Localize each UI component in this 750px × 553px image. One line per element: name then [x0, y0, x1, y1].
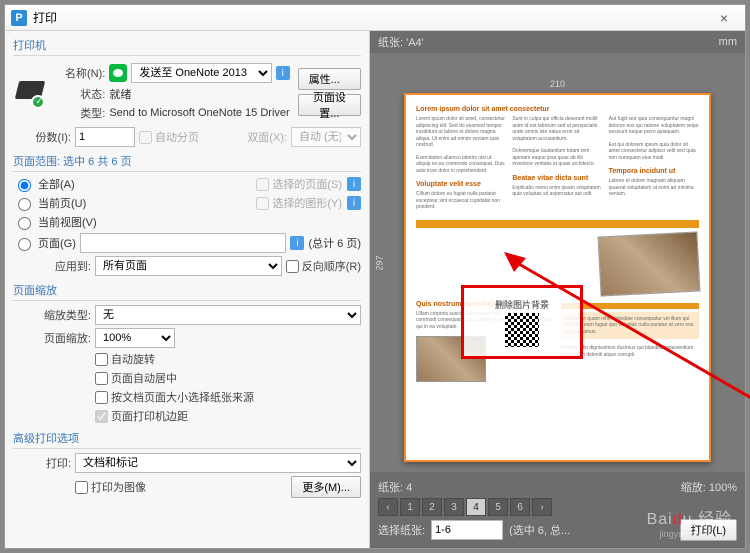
print-dialog: P 打印 × 打印机 名称(N): 发送至 OneNote 2013 i — [4, 4, 746, 549]
info-icon[interactable]: i — [276, 66, 290, 80]
margins-check — [95, 410, 108, 423]
dialog-title: 打印 — [33, 9, 57, 26]
range-pages-radio[interactable] — [18, 238, 31, 251]
page-prev-button[interactable]: ‹ — [378, 498, 398, 516]
adv-section-header: 高级打印选项 — [13, 430, 361, 449]
titlebar: P 打印 × — [5, 5, 745, 31]
zoom-type-label: 缩放类型: — [13, 307, 91, 323]
zoom-scale-select[interactable]: 100% — [95, 328, 175, 348]
auto-center-check[interactable] — [95, 372, 108, 385]
preview-area: 210 297 Lorem ipsum dolor sit amet conse… — [370, 53, 745, 472]
page-4-button[interactable]: 4 — [466, 498, 486, 516]
sel-graphics-check — [256, 197, 269, 210]
unit-label: mm — [719, 36, 737, 48]
ruler-left: 297 — [375, 255, 385, 270]
close-icon[interactable]: × — [709, 10, 739, 26]
qr-highlight-box: 删除图片背景 — [461, 285, 583, 359]
duplex-label: 双面(X): — [247, 129, 287, 145]
qr-code-icon — [505, 313, 539, 347]
print-button[interactable]: 打印(L) — [680, 519, 737, 541]
copies-input[interactable] — [75, 127, 135, 147]
select-paper-label: 选择纸张: — [378, 522, 425, 538]
preview-zoom-label: 缩放: 100% — [681, 479, 737, 495]
info-icon[interactable]: i — [347, 196, 361, 210]
page-3-button[interactable]: 3 — [444, 498, 464, 516]
qr-title: 删除图片背景 — [495, 298, 549, 311]
copies-label: 份数(I): — [13, 129, 71, 145]
as-image-check[interactable] — [75, 481, 88, 494]
properties-button[interactable]: 属性... — [298, 68, 361, 90]
range-section-header: 页面范围: 选中 6 共 6 页 — [13, 153, 361, 172]
name-label: 名称(N): — [47, 65, 105, 81]
wechat-icon — [109, 64, 127, 82]
page-navigator: ‹ 1 2 3 4 5 6 › — [378, 498, 552, 516]
printer-select[interactable]: 发送至 OneNote 2013 — [131, 63, 271, 83]
select-count: (选中 6, 总... — [509, 522, 570, 538]
pages-input[interactable] — [80, 233, 287, 253]
range-all-radio[interactable] — [18, 179, 31, 192]
print-what-label: 打印: — [13, 455, 71, 471]
page-6-button[interactable]: 6 — [510, 498, 530, 516]
sel-pages-check — [256, 178, 269, 191]
page-setup-button[interactable]: 页面设置... — [298, 94, 361, 116]
ruler-top: 210 — [370, 79, 745, 89]
duplex-select[interactable]: 自动 (无) — [291, 127, 361, 147]
page-5-button[interactable]: 5 — [488, 498, 508, 516]
zoom-type-select[interactable]: 无 — [95, 305, 361, 325]
page-preview: Lorem ipsum dolor sit amet consectetur L… — [404, 93, 711, 462]
status-label: 状态: — [47, 86, 105, 102]
type-value: Send to Microsoft OneNote 15 Driver — [109, 107, 289, 119]
app-icon: P — [11, 10, 27, 26]
zoom-section-header: 页面缩放 — [13, 282, 361, 301]
zoom-scale-label: 页面缩放: — [13, 330, 91, 346]
reverse-check[interactable] — [286, 260, 299, 273]
type-label: 类型: — [47, 105, 105, 121]
range-current-radio[interactable] — [18, 198, 31, 211]
paper-label: 纸张: 'A4' — [378, 34, 424, 50]
select-paper-input[interactable] — [431, 520, 503, 540]
collate-check — [139, 131, 152, 144]
preview-pages-label: 纸张: 4 — [378, 479, 412, 495]
page-2-button[interactable]: 2 — [422, 498, 442, 516]
printer-section-header: 打印机 — [13, 37, 361, 56]
printer-icon — [13, 77, 43, 107]
page-1-button[interactable]: 1 — [400, 498, 420, 516]
print-what-select[interactable]: 文档和标记 — [75, 453, 361, 473]
range-view-radio[interactable] — [18, 217, 31, 230]
info-icon[interactable]: i — [347, 177, 361, 191]
preview-panel: 纸张: 'A4' mm 210 297 Lorem ipsum dolor si… — [370, 31, 745, 548]
page-next-button[interactable]: › — [532, 498, 552, 516]
more-button[interactable]: 更多(M)... — [291, 476, 361, 498]
by-pdf-size-check[interactable] — [95, 391, 108, 404]
options-panel: 打印机 名称(N): 发送至 OneNote 2013 i 状态: 就绪 — [5, 31, 370, 548]
info-icon[interactable]: i — [290, 236, 304, 250]
apply-label: 应用到: — [13, 258, 91, 274]
auto-rotate-check[interactable] — [95, 353, 108, 366]
status-value: 就绪 — [109, 86, 131, 102]
pages-count: (总计 6 页) — [308, 235, 361, 251]
apply-select[interactable]: 所有页面 — [95, 256, 282, 276]
